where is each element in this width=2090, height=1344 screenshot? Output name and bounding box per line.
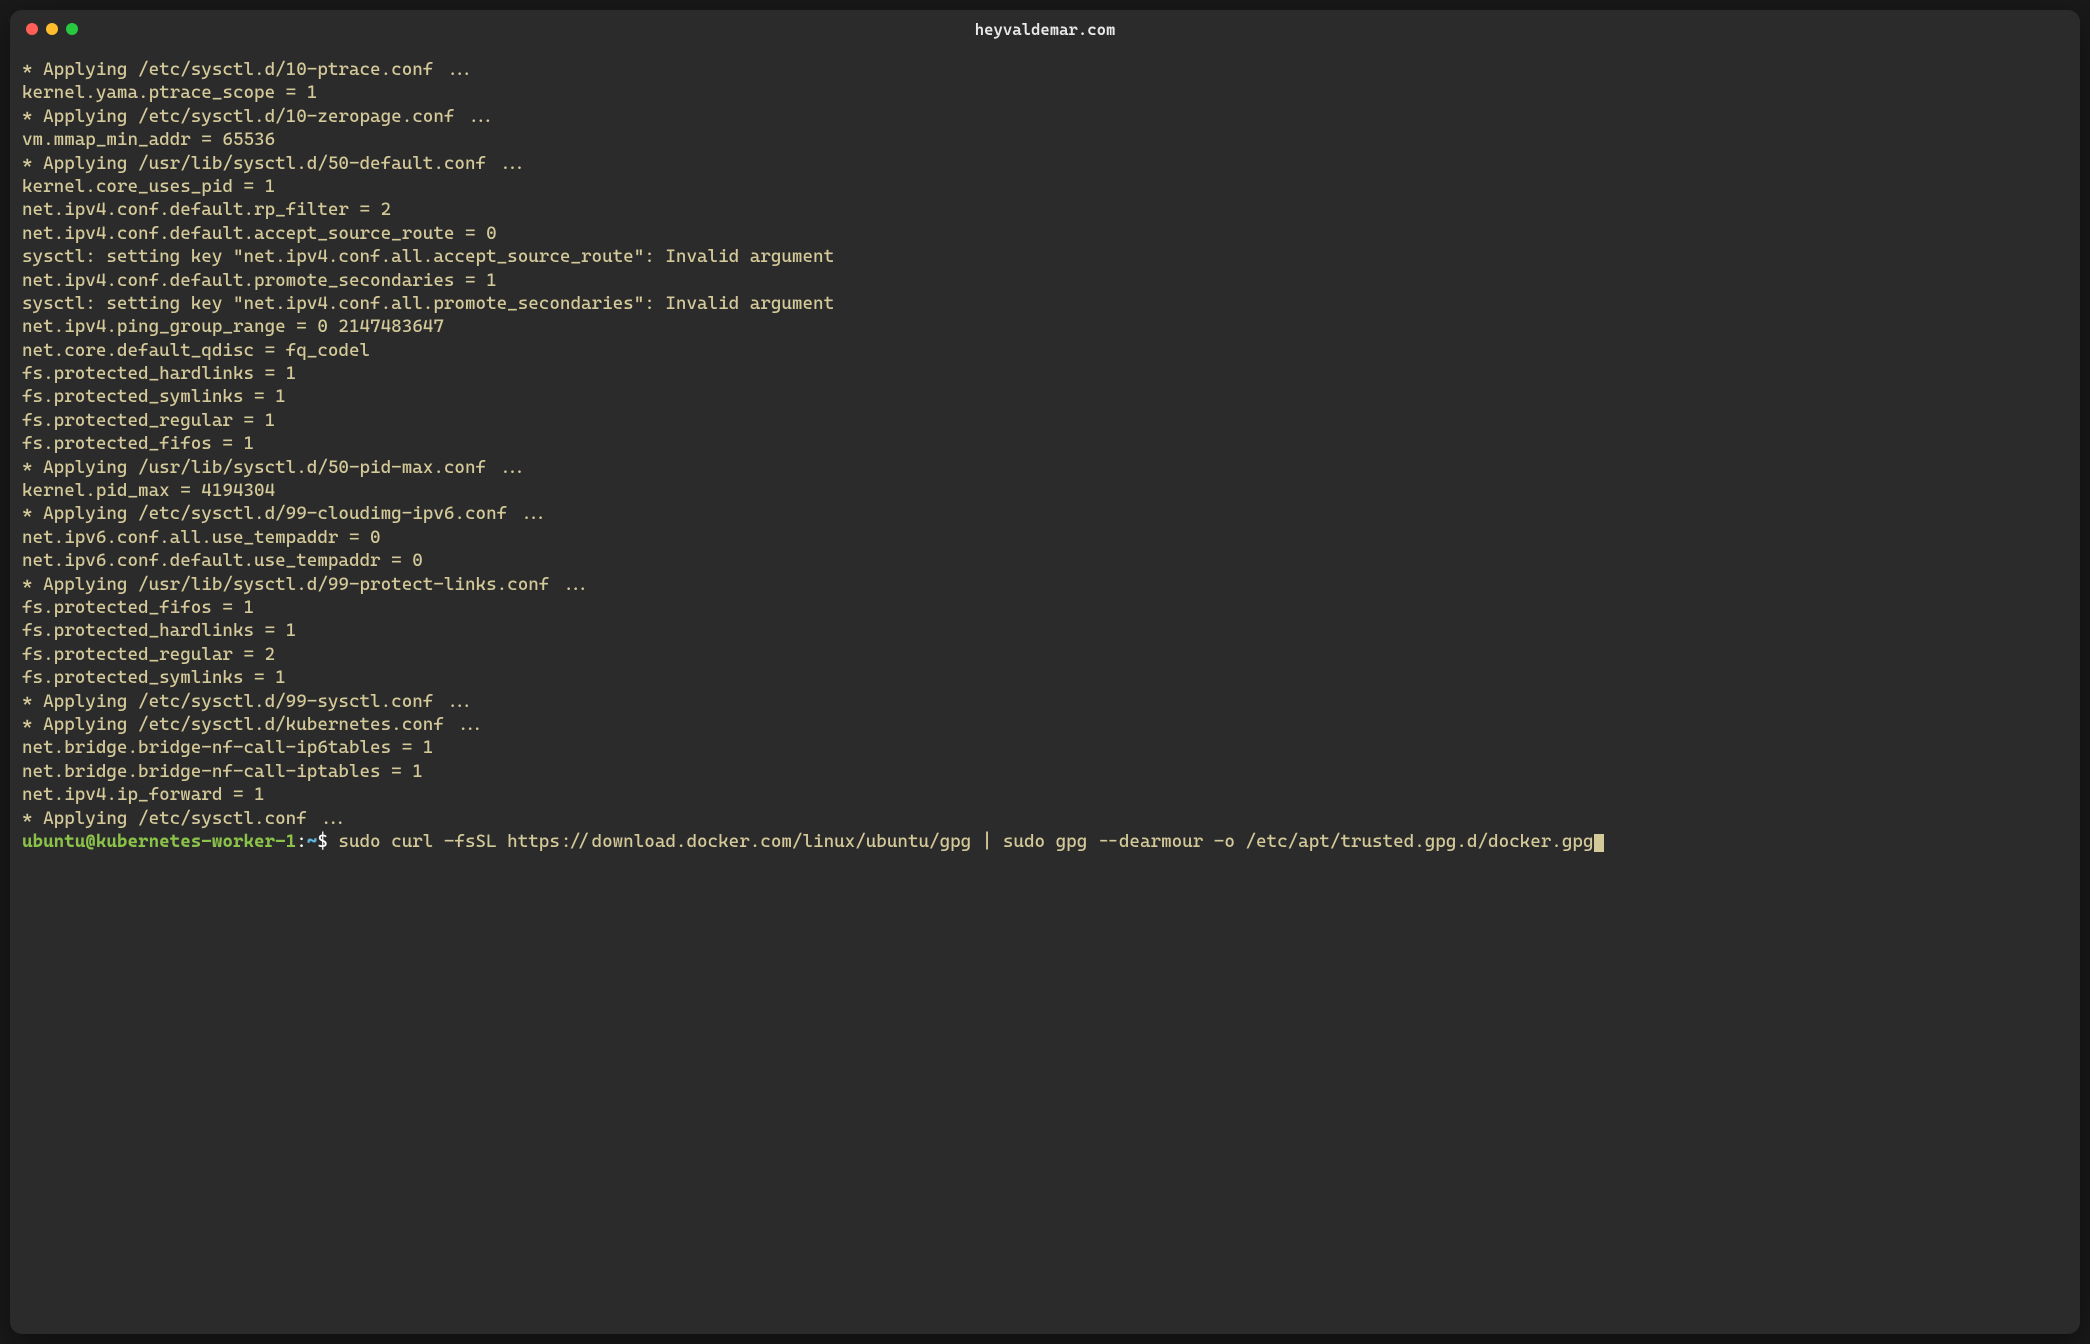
output-line: net.ipv4.ip_forward = 1 bbox=[22, 783, 2068, 806]
command-text: sudo curl -fsSL https://download.docker.… bbox=[338, 831, 1593, 852]
output-line: sysctl: setting key "net.ipv4.conf.all.a… bbox=[22, 245, 2068, 268]
traffic-lights bbox=[26, 23, 78, 35]
command-input[interactable]: sudo curl -fsSL https://download.docker.… bbox=[328, 831, 1594, 852]
output-line: * Applying /usr/lib/sysctl.d/50-default.… bbox=[22, 152, 2068, 175]
output-line: * Applying /usr/lib/sysctl.d/99-protect-… bbox=[22, 573, 2068, 596]
output-line: * Applying /etc/sysctl.conf ... bbox=[22, 807, 2068, 830]
close-button[interactable] bbox=[26, 23, 38, 35]
output-line: net.ipv6.conf.all.use_tempaddr = 0 bbox=[22, 526, 2068, 549]
titlebar: heyvaldemar.com bbox=[10, 10, 2080, 48]
output-line: net.ipv4.conf.default.promote_secondarie… bbox=[22, 269, 2068, 292]
output-line: * Applying /etc/sysctl.d/10-zeropage.con… bbox=[22, 105, 2068, 128]
output-line: * Applying /etc/sysctl.d/99-cloudimg-ipv… bbox=[22, 502, 2068, 525]
prompt-dollar: $ bbox=[317, 831, 328, 852]
prompt-path: ~ bbox=[307, 831, 318, 852]
prompt-separator: : bbox=[296, 831, 307, 852]
output-line: fs.protected_fifos = 1 bbox=[22, 432, 2068, 455]
output-line: vm.mmap_min_addr = 65536 bbox=[22, 128, 2068, 151]
output-line: kernel.core_uses_pid = 1 bbox=[22, 175, 2068, 198]
output-line: fs.protected_hardlinks = 1 bbox=[22, 362, 2068, 385]
prompt-user-host: ubuntu@kubernetes-worker-1 bbox=[22, 831, 296, 852]
terminal-output: * Applying /etc/sysctl.d/10-ptrace.conf … bbox=[22, 58, 2068, 830]
minimize-button[interactable] bbox=[46, 23, 58, 35]
output-line: fs.protected_symlinks = 1 bbox=[22, 385, 2068, 408]
output-line: kernel.pid_max = 4194304 bbox=[22, 479, 2068, 502]
output-line: net.ipv6.conf.default.use_tempaddr = 0 bbox=[22, 549, 2068, 572]
output-line: * Applying /etc/sysctl.d/10-ptrace.conf … bbox=[22, 58, 2068, 81]
prompt-line: ubuntu@kubernetes-worker-1:~$ sudo curl … bbox=[22, 831, 1604, 852]
output-line: net.core.default_qdisc = fq_codel bbox=[22, 339, 2068, 362]
maximize-button[interactable] bbox=[66, 23, 78, 35]
output-line: fs.protected_regular = 2 bbox=[22, 643, 2068, 666]
output-line: * Applying /etc/sysctl.d/kubernetes.conf… bbox=[22, 713, 2068, 736]
window-title: heyvaldemar.com bbox=[975, 20, 1116, 39]
output-line: net.ipv4.ping_group_range = 0 2147483647 bbox=[22, 315, 2068, 338]
output-line: net.ipv4.conf.default.rp_filter = 2 bbox=[22, 198, 2068, 221]
output-line: kernel.yama.ptrace_scope = 1 bbox=[22, 81, 2068, 104]
terminal-content[interactable]: * Applying /etc/sysctl.d/10-ptrace.conf … bbox=[10, 48, 2080, 1334]
output-line: fs.protected_fifos = 1 bbox=[22, 596, 2068, 619]
cursor bbox=[1594, 834, 1604, 852]
output-line: fs.protected_regular = 1 bbox=[22, 409, 2068, 432]
output-line: net.bridge.bridge-nf-call-iptables = 1 bbox=[22, 760, 2068, 783]
output-line: sysctl: setting key "net.ipv4.conf.all.p… bbox=[22, 292, 2068, 315]
output-line: * Applying /etc/sysctl.d/99-sysctl.conf … bbox=[22, 690, 2068, 713]
output-line: net.ipv4.conf.default.accept_source_rout… bbox=[22, 222, 2068, 245]
output-line: fs.protected_symlinks = 1 bbox=[22, 666, 2068, 689]
terminal-window: heyvaldemar.com * Applying /etc/sysctl.d… bbox=[10, 10, 2080, 1334]
output-line: * Applying /usr/lib/sysctl.d/50-pid-max.… bbox=[22, 456, 2068, 479]
output-line: net.bridge.bridge-nf-call-ip6tables = 1 bbox=[22, 736, 2068, 759]
output-line: fs.protected_hardlinks = 1 bbox=[22, 619, 2068, 642]
